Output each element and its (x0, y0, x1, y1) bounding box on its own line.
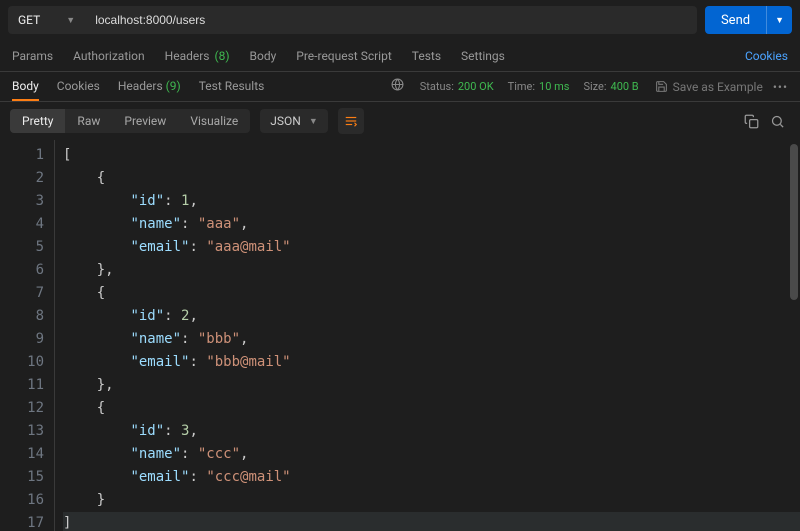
request-bar: GET ▼ Send ▼ (0, 0, 800, 40)
request-tabs: Params Authorization Headers (8) Body Pr… (0, 40, 800, 72)
response-header: Body Cookies Headers (9) Test Results St… (0, 72, 800, 102)
tab-params[interactable]: Params (12, 49, 53, 63)
resp-tab-test-results[interactable]: Test Results (199, 79, 265, 94)
resp-tab-body[interactable]: Body (12, 79, 39, 101)
size-meta: Size: 400 B (583, 80, 638, 93)
resp-tab-headers[interactable]: Headers (9) (118, 79, 181, 94)
chevron-down-icon: ▼ (309, 116, 318, 127)
scrollbar[interactable] (790, 144, 798, 300)
tab-tests[interactable]: Tests (412, 49, 441, 63)
more-icon[interactable]: ••• (773, 80, 788, 94)
line-gutter: 1234567891011121314151617 (0, 140, 55, 531)
format-select[interactable]: JSON ▼ (260, 109, 327, 133)
view-preview[interactable]: Preview (112, 109, 178, 133)
chevron-down-icon: ▼ (66, 15, 75, 26)
globe-icon[interactable] (391, 78, 404, 95)
response-body[interactable]: 1234567891011121314151617 [ { "id": 1, "… (0, 140, 800, 531)
cookies-link[interactable]: Cookies (745, 49, 788, 63)
tab-prerequest[interactable]: Pre-request Script (296, 49, 391, 63)
tab-body[interactable]: Body (250, 49, 277, 63)
tab-headers[interactable]: Headers (8) (165, 49, 230, 63)
view-visualize[interactable]: Visualize (178, 109, 250, 133)
view-mode-group: Pretty Raw Preview Visualize (10, 109, 250, 133)
http-method-select[interactable]: GET ▼ (8, 6, 85, 34)
wrap-lines-button[interactable] (338, 108, 364, 134)
url-input[interactable] (85, 6, 697, 34)
send-button[interactable]: Send ▼ (705, 6, 792, 34)
tab-authorization[interactable]: Authorization (73, 49, 145, 63)
view-raw[interactable]: Raw (65, 109, 112, 133)
code-content[interactable]: [ { "id": 1, "name": "aaa", "email": "aa… (55, 140, 800, 531)
resp-tab-cookies[interactable]: Cookies (57, 79, 100, 94)
copy-icon[interactable] (738, 108, 764, 134)
status-meta: Status: 200 OK (420, 80, 494, 93)
view-pretty[interactable]: Pretty (10, 109, 65, 133)
chevron-down-icon[interactable]: ▼ (766, 6, 792, 34)
send-button-label: Send (705, 13, 766, 28)
tab-settings[interactable]: Settings (461, 49, 505, 63)
response-tabs: Body Cookies Headers (9) Test Results (12, 79, 264, 94)
http-method-label: GET (18, 13, 40, 27)
time-meta: Time: 10 ms (508, 80, 570, 93)
search-icon[interactable] (764, 108, 790, 134)
viewer-toolbar: Pretty Raw Preview Visualize JSON ▼ (0, 102, 800, 140)
save-as-example-button[interactable]: Save as Example (655, 80, 763, 94)
